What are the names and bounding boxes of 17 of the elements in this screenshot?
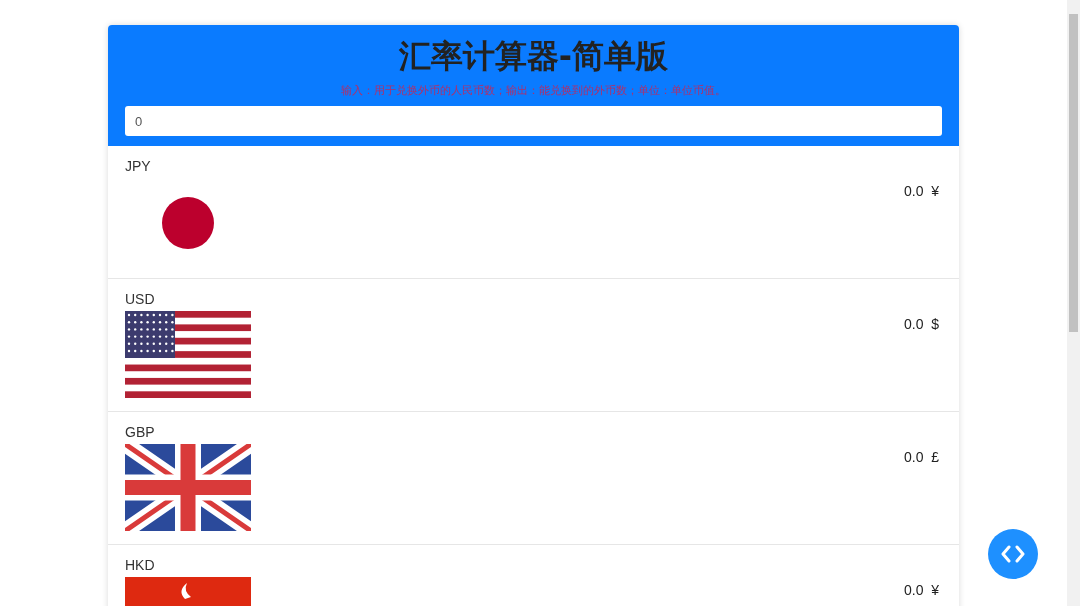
flag-icon <box>125 311 251 398</box>
currency-code: GBP <box>125 424 156 440</box>
scrollbar[interactable] <box>1067 0 1080 606</box>
converted-amount: 0.0 $ <box>903 316 939 334</box>
converted-amount: 0.0 £ <box>903 449 939 467</box>
code-icon <box>1000 544 1026 564</box>
code-button[interactable] <box>988 529 1038 579</box>
scrollbar-thumb[interactable] <box>1069 14 1078 332</box>
converted-amount: 0.0 ¥ <box>903 183 939 201</box>
currency-code: JPY <box>125 158 152 174</box>
app-title: 汇率计算器-简单版 <box>398 36 669 77</box>
converted-amount: 0.0 ¥ <box>903 582 939 600</box>
amount-input[interactable]: 0 <box>125 106 942 136</box>
flag-icon <box>125 444 251 531</box>
description-text: 输入：用于兑换外币的人民币数；输出：能兑换到的外币数；单位：单位币值。 <box>341 83 726 97</box>
currency-code: HKD <box>125 557 156 573</box>
currency-code: USD <box>125 291 156 307</box>
